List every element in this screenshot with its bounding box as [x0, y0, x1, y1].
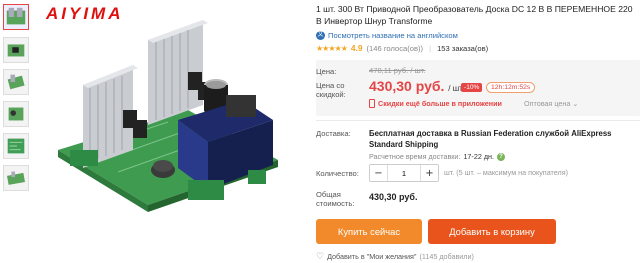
votes-link[interactable]: (146 голоса(ов)) [367, 44, 424, 53]
translate-icon: 文 [316, 31, 325, 40]
product-main-image[interactable]: AIYIMA [38, 0, 292, 263]
wholesale-price-text: Оптовая цена [524, 99, 571, 108]
discount-price-label: Цена со скидкой: [316, 81, 346, 99]
discount-badge: -10% [461, 83, 483, 92]
delivery-time-value: 17-22 дн. [463, 152, 494, 161]
translate-link-text: Посмотреть название на английском [328, 31, 458, 40]
discount-price-value: 430,30 руб. [369, 78, 445, 94]
total-price: 430,30 руб. [369, 192, 418, 202]
brand-logo: AIYIMA [46, 4, 124, 23]
price-label: Цена: [316, 67, 337, 76]
thumbnail-6[interactable] [3, 165, 29, 191]
total-label: Общая стоимость: [316, 190, 355, 208]
wishlist-text: Добавить в "Мои желания" [327, 252, 417, 261]
rating-row: ★★★★★ 4.9 (146 голоса(ов)) | 153 заказа(… [316, 43, 488, 53]
wholesale-price-dropdown[interactable]: Оптовая цена ⌄ [524, 99, 578, 108]
wishlist-count: (1145 добавили) [419, 252, 474, 261]
mobile-phone-icon [369, 99, 375, 108]
product-title: 1 шт. 300 Вт Приводной Преобразователь Д… [316, 4, 633, 26]
heart-icon: ♡ [316, 251, 325, 261]
help-icon[interactable]: ? [496, 152, 505, 161]
divider [316, 120, 640, 121]
shipping-method[interactable]: Бесплатная доставка в Russian Federation… [369, 128, 639, 150]
thumbnail-4[interactable] [3, 101, 29, 127]
quantity-input[interactable] [388, 165, 420, 181]
thumbnail-1[interactable] [3, 4, 29, 30]
thumbnail-list [0, 0, 32, 263]
delivery-time-label: Расчетное время доставки: [369, 152, 461, 161]
rating-score: 4.9 [350, 43, 363, 53]
old-price: 478,11 руб. / шт. [369, 66, 426, 75]
quantity-increase-button[interactable]: + [420, 165, 438, 181]
product-info-panel: 1 шт. 300 Вт Приводной Преобразователь Д… [316, 0, 640, 263]
quantity-label: Количество: [316, 169, 359, 178]
thumbnail-5[interactable] [3, 133, 29, 159]
delivery-time: Расчетное время доставки: 17-22 дн. ? [369, 152, 505, 161]
discount-price: 430,30 руб. / шт. [369, 78, 464, 94]
translate-title-link[interactable]: 文 Посмотреть название на английском [316, 31, 458, 40]
quantity-stepper: − + [369, 164, 439, 182]
app-deal-text: Скидки ещё больше в приложении [378, 99, 502, 108]
add-to-cart-button[interactable]: Добавить в корзину [428, 219, 556, 244]
thumbnail-3[interactable] [3, 69, 29, 95]
quantity-note: шт. (5 шт. – максимум на покупателя) [444, 168, 568, 177]
shipping-label: Доставка: [316, 129, 351, 138]
orders-count: 153 заказа(ов) [437, 43, 489, 53]
thumbnail-2[interactable] [3, 37, 29, 63]
rating-divider: | [429, 43, 432, 53]
chevron-down-icon: ⌄ [572, 99, 579, 108]
inverter-board-illustration [58, 20, 278, 212]
countdown-timer: 12h:12m:52s [486, 82, 536, 93]
add-to-wishlist-link[interactable]: ♡ Добавить в "Мои желания" (1145 добавил… [316, 251, 474, 262]
buy-now-button[interactable]: Купить сейчас [316, 219, 422, 244]
quantity-decrease-button[interactable]: − [370, 165, 388, 181]
star-rating-icon[interactable]: ★★★★★ [316, 44, 348, 53]
app-deal-link[interactable]: Скидки ещё больше в приложении [369, 99, 502, 108]
price-box: Цена: 478,11 руб. / шт. Цена со скидкой:… [316, 60, 640, 116]
